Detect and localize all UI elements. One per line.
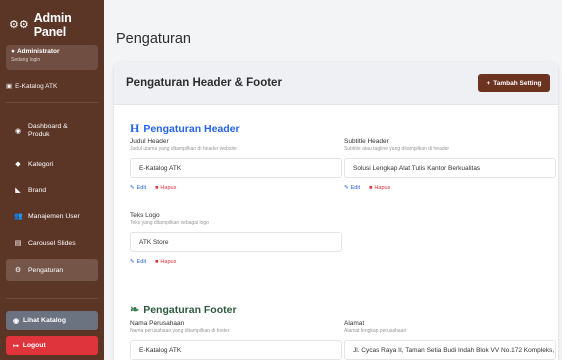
card-title: Pengaturan Header & Footer (126, 77, 282, 89)
field-alamat: Alamat Alamat lengkap perusahaan Jl. Cyc… (344, 320, 556, 360)
field-description: Nama perusahaan yang ditampilkan di foot… (130, 328, 230, 334)
field-label: Alamat (344, 320, 365, 327)
edit-button[interactable]: ✎ Edit (130, 259, 146, 265)
delete-button[interactable]: ■ Hapus (155, 185, 176, 191)
eye-icon: ◉ (13, 317, 19, 325)
trash-icon: ■ (369, 185, 373, 191)
delete-button[interactable]: ■ Hapus (155, 259, 176, 265)
edit-label: Edit (350, 185, 361, 191)
edit-icon: ✎ (130, 185, 135, 191)
sidebar-item-label: Kategori (28, 160, 54, 168)
user-icon: ● (11, 48, 15, 55)
footer-section-title: ❧ Pengaturan Footer (130, 303, 237, 317)
sidebar-item-label: Dashboard & Produk (28, 123, 68, 140)
sidebar-item-pengaturan[interactable]: ⚙ Pengaturan (6, 259, 98, 281)
gears-icon: ⚙⚙ (9, 18, 29, 31)
dashboard-icon: ◉ (14, 128, 22, 135)
sidebar-item-users[interactable]: 👥 Manajemen User (6, 205, 98, 227)
field-description: Judul utama yang ditampilkan di header w… (130, 146, 237, 152)
field-judul-header: Judul Header Judul utama yang ditampilka… (130, 138, 342, 191)
sidebar-item-kategori[interactable]: ◆ Kategori (6, 153, 98, 175)
field-actions: ✎ Edit ■ Hapus (130, 259, 342, 265)
plus-icon: + (486, 79, 491, 87)
tag-icon: ◣ (15, 187, 21, 194)
trash-icon: ■ (155, 259, 159, 265)
main-content: Pengaturan Pengaturan Header & Footer + … (104, 0, 562, 360)
field-subtitle-header: Subtitle Header Subtitle atau tagline ya… (344, 138, 556, 191)
logout-icon: ↦ (13, 342, 19, 350)
page-title: Pengaturan (116, 31, 191, 47)
sidebar-item-label: Pengaturan (28, 266, 64, 274)
field-actions: ✎ Edit ■ Hapus (344, 185, 556, 191)
settings-card: Pengaturan Header & Footer + Tambah Sett… (114, 62, 558, 360)
catalog-link-label: E-Katalog ATK (15, 82, 58, 90)
edit-icon: ✎ (130, 259, 135, 265)
field-value[interactable]: Jl. Cycas Raya II, Taman Setia Budi Inda… (344, 340, 556, 360)
edit-icon: ✎ (344, 185, 349, 191)
field-description: Alamat lengkap perusahaan (344, 328, 407, 334)
sidebar-item-brand[interactable]: ◣ Brand (6, 179, 98, 201)
sidebar-item-label: Carousel Slides (28, 239, 76, 247)
lihat-katalog-button[interactable]: ◉ Lihat Katalog (6, 311, 98, 330)
sidebar-item-label: Brand (28, 186, 47, 194)
card-header: Pengaturan Header & Footer + Tambah Sett… (114, 62, 558, 105)
sidebar-divider (6, 298, 98, 299)
delete-label: Hapus (160, 259, 177, 265)
store-icon: ▣ (6, 83, 13, 90)
field-nama-perusahaan: Nama Perusahaan Nama perusahaan yang dit… (130, 320, 342, 360)
logout-button[interactable]: ↦ Logout (6, 336, 98, 355)
user-name: Administrator (16, 48, 60, 55)
header-section-title: H Pengaturan Header (130, 121, 240, 136)
field-label: Subtitle Header (344, 138, 389, 145)
edit-label: Edit (136, 185, 147, 191)
users-icon: 👥 (14, 213, 23, 220)
sidebar-item-label-line2: Produk (28, 131, 50, 138)
catalog-link[interactable]: ▣ E-Katalog ATK (6, 82, 58, 91)
header-section-label: Pengaturan Header (143, 122, 240, 135)
user-name-row: ● Administrator (11, 48, 93, 55)
brand[interactable]: ⚙⚙ Admin Panel (9, 11, 104, 39)
heading-icon: H (130, 121, 140, 135)
field-value[interactable]: E-Katalog ATK (130, 340, 342, 360)
edit-button[interactable]: ✎ Edit (130, 185, 146, 191)
shoe-prints-icon: ❧ (130, 304, 140, 316)
add-setting-button[interactable]: + Tambah Setting (478, 74, 550, 92)
edit-button[interactable]: ✎ Edit (344, 185, 360, 191)
lihat-katalog-label: Lihat Katalog (22, 317, 66, 324)
field-actions: ✎ Edit ■ Hapus (130, 185, 342, 191)
gear-icon: ⚙ (14, 267, 22, 274)
tags-icon: ◆ (15, 161, 21, 168)
sidebar-item-label-line1: Dashboard & (28, 122, 68, 130)
sidebar-item-label: Manajemen User (28, 212, 80, 220)
delete-label: Hapus (374, 185, 391, 191)
user-box: ● Administrator Sedang login (6, 45, 98, 70)
field-value[interactable]: E-Katalog ATK (130, 158, 342, 178)
sidebar-item-carousel[interactable]: ▤ Carousel Slides (6, 232, 98, 254)
field-teks-logo: Teks Logo Teks yang ditampilkan sebagai … (130, 212, 342, 265)
trash-icon: ■ (155, 185, 159, 191)
footer-section-label: Pengaturan Footer (143, 303, 237, 316)
logout-label: Logout (22, 342, 46, 349)
delete-button[interactable]: ■ Hapus (369, 185, 390, 191)
brand-title: Admin Panel (33, 11, 72, 39)
field-label: Nama Perusahaan (130, 320, 185, 327)
field-value[interactable]: ATK Store (130, 232, 342, 252)
sidebar-item-dashboard[interactable]: ◉ Dashboard & Produk (6, 117, 98, 145)
field-description: Subtitle atau tagline yang ditampilkan d… (344, 146, 450, 152)
sidebar: ⚙⚙ Admin Panel ● Administrator Sedang lo… (0, 0, 104, 360)
sidebar-divider (6, 102, 98, 103)
user-status: Sedang login (11, 57, 41, 63)
delete-label: Hapus (160, 185, 177, 191)
field-label: Teks Logo (130, 212, 160, 219)
field-value[interactable]: Solusi Lengkap Alat Tulis Kantor Berkual… (344, 158, 556, 178)
field-description: Teks yang ditampilkan sebagai logo (130, 220, 209, 226)
edit-label: Edit (136, 259, 147, 265)
field-label: Judul Header (130, 138, 169, 145)
add-setting-label: Tambah Setting (493, 79, 542, 87)
images-icon: ▤ (14, 240, 22, 247)
